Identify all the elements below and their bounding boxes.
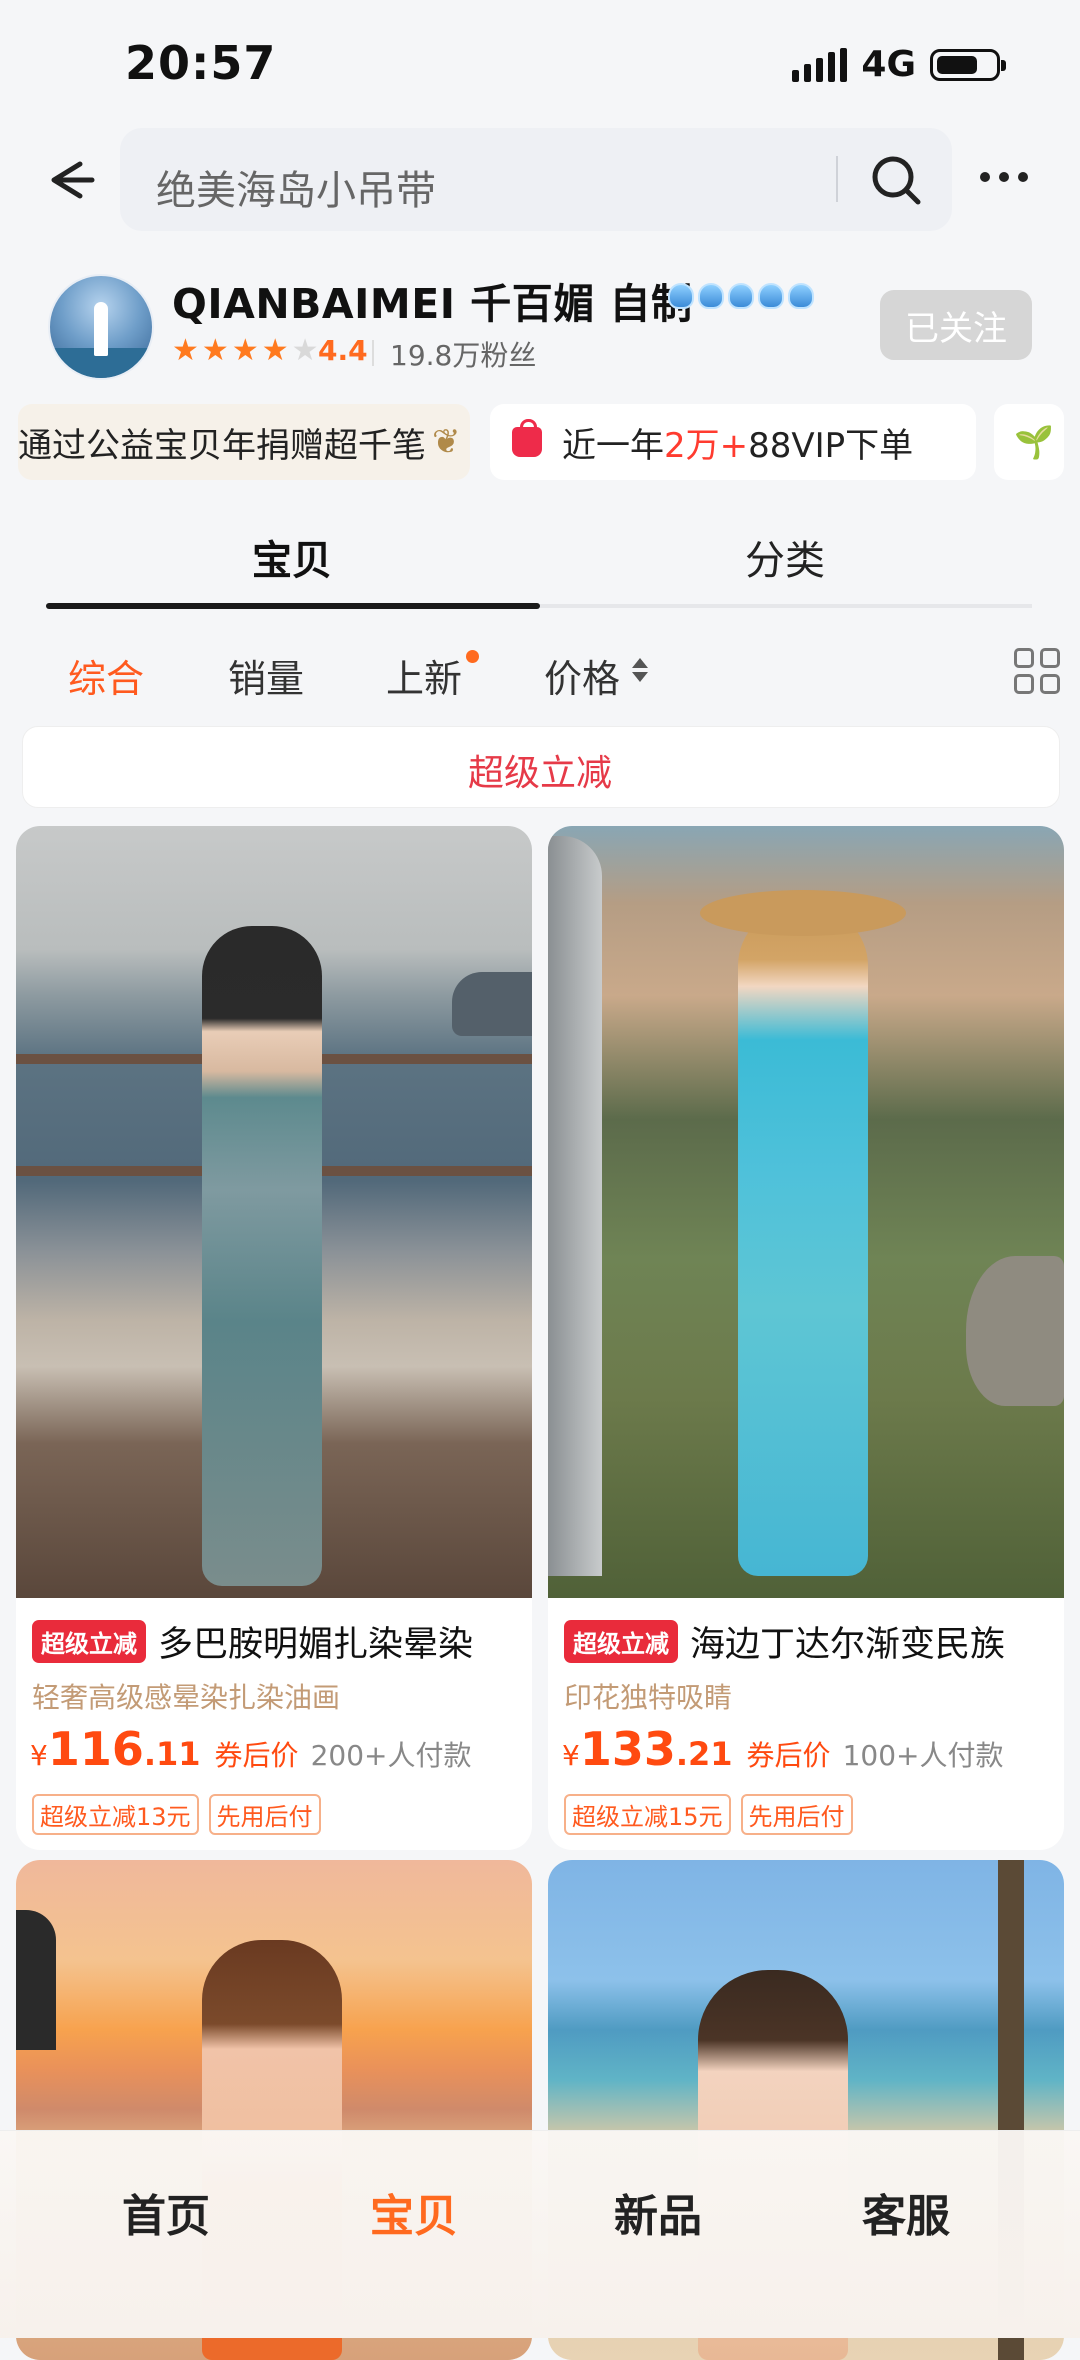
currency-symbol: ¥ <box>30 1739 48 1772</box>
tab-products[interactable]: 宝贝 <box>252 528 332 586</box>
search-divider <box>836 156 838 202</box>
follow-button[interactable]: 已关注 <box>880 290 1032 360</box>
vip-highlight: 2万+ <box>664 425 749 466</box>
crown-icon <box>668 283 814 309</box>
tab-active-indicator <box>46 603 540 609</box>
paid-count: 200+人付款 <box>310 1739 472 1772</box>
promo-tag: 超级立减 <box>564 1620 678 1663</box>
product-card[interactable]: 超级立减 海边丁达尔渐变民族 印花独特吸睛 ¥ 133 .21 券后价 100+… <box>548 826 1064 1850</box>
sort-price[interactable]: 价格 <box>544 648 620 703</box>
shop-rating: 4.4 <box>318 334 368 367</box>
star-icon: ★ <box>261 333 289 368</box>
search-icon[interactable] <box>868 152 924 208</box>
product-title-row: 超级立减 海边丁达尔渐变民族 <box>564 1616 1005 1667</box>
price-integer: 116 <box>47 1722 144 1776</box>
signal-icon <box>792 47 848 82</box>
discount-tag: 超级立减13元 <box>32 1794 199 1835</box>
product-subtitle: 印花独特吸睛 <box>564 1681 733 1714</box>
pay-later-tag: 先用后付 <box>740 1794 853 1835</box>
new-dot-badge <box>466 650 479 663</box>
discount-tag: 超级立减15元 <box>564 1794 731 1835</box>
network-type: 4G <box>861 44 916 85</box>
rating-stars: ★ ★ ★ ★ ★ <box>172 336 319 366</box>
charity-badge[interactable]: 通过公益宝贝年捐赠超千笔 ❦ <box>18 404 470 480</box>
follower-count: 19.8万粉丝 <box>390 339 537 372</box>
status-time: 20:57 <box>125 36 277 90</box>
product-image[interactable] <box>16 826 532 1598</box>
sort-sales[interactable]: 销量 <box>228 648 304 703</box>
shopping-bag-icon <box>512 419 542 457</box>
avatar[interactable] <box>48 274 154 380</box>
star-icon: ★ <box>172 333 199 368</box>
nav-products[interactable]: 宝贝 <box>370 2180 458 2244</box>
price-row: ¥ 133 .21 券后价 100+人付款 <box>562 1722 1003 1776</box>
paid-count: 100+人付款 <box>842 1739 1004 1772</box>
product-title: 海边丁达尔渐变民族 <box>690 1625 1006 1665</box>
product-tags: 超级立减15元 先用后付 <box>564 1794 853 1835</box>
vip-suffix: 88VIP下单 <box>748 425 914 466</box>
battery-icon <box>930 48 1006 81</box>
after-coupon-label: 券后价 <box>746 1739 831 1772</box>
promo-tag: 超级立减 <box>32 1620 146 1663</box>
nav-home[interactable]: 首页 <box>122 2180 210 2244</box>
grid-view-icon[interactable] <box>1014 648 1060 694</box>
shop-name[interactable]: QIANBAIMEI 千百媚 自制 <box>172 270 693 330</box>
search-query: 绝美海岛小吊带 <box>156 168 436 214</box>
nav-new[interactable]: 新品 <box>614 2180 702 2244</box>
product-title: 多巴胺明媚扎染晕染 <box>158 1625 474 1665</box>
price-row: ¥ 116 .11 券后价 200+人付款 <box>30 1722 471 1776</box>
vip-prefix: 近一年 <box>562 425 664 466</box>
product-image[interactable] <box>548 826 1064 1598</box>
product-card[interactable]: 超级立减 多巴胺明媚扎染晕染 轻奢高级感晕染扎染油画 ¥ 116 .11 券后价… <box>16 826 532 1850</box>
star-icon: ★ <box>291 333 319 368</box>
nav-service[interactable]: 客服 <box>862 2180 950 2244</box>
pay-later-tag: 先用后付 <box>208 1794 321 1835</box>
more-badge[interactable]: 🌱 <box>994 404 1064 480</box>
sort-overall[interactable]: 综合 <box>68 648 144 703</box>
price-decimal: .11 <box>143 1735 201 1773</box>
more-icon[interactable] <box>980 172 1028 182</box>
sort-arrows-icon[interactable] <box>632 658 648 682</box>
divider <box>372 340 374 366</box>
price-integer: 133 <box>579 1722 676 1776</box>
sprout-icon: 🌱 <box>1014 423 1054 461</box>
back-arrow-icon[interactable] <box>40 150 100 210</box>
sort-new[interactable]: 上新 <box>386 648 462 703</box>
vip-badge[interactable]: 近一年 2万+ 88VIP下单 <box>490 404 976 480</box>
product-tags: 超级立减13元 先用后付 <box>32 1794 321 1835</box>
after-coupon-label: 券后价 <box>214 1739 299 1772</box>
product-subtitle: 轻奢高级感晕染扎染油画 <box>32 1681 341 1714</box>
promo-banner-label: 超级立减 <box>467 753 612 794</box>
currency-symbol: ¥ <box>562 1739 580 1772</box>
charity-text: 通过公益宝贝年捐赠超千笔 <box>18 425 426 466</box>
status-indicators: 4G <box>792 44 1006 85</box>
star-icon: ★ <box>201 333 229 368</box>
leaf-icon: ❦ <box>432 422 461 462</box>
price-decimal: .21 <box>675 1735 733 1773</box>
product-title-row: 超级立减 多巴胺明媚扎染晕染 <box>32 1616 473 1667</box>
star-icon: ★ <box>231 333 259 368</box>
tab-categories[interactable]: 分类 <box>745 528 825 586</box>
